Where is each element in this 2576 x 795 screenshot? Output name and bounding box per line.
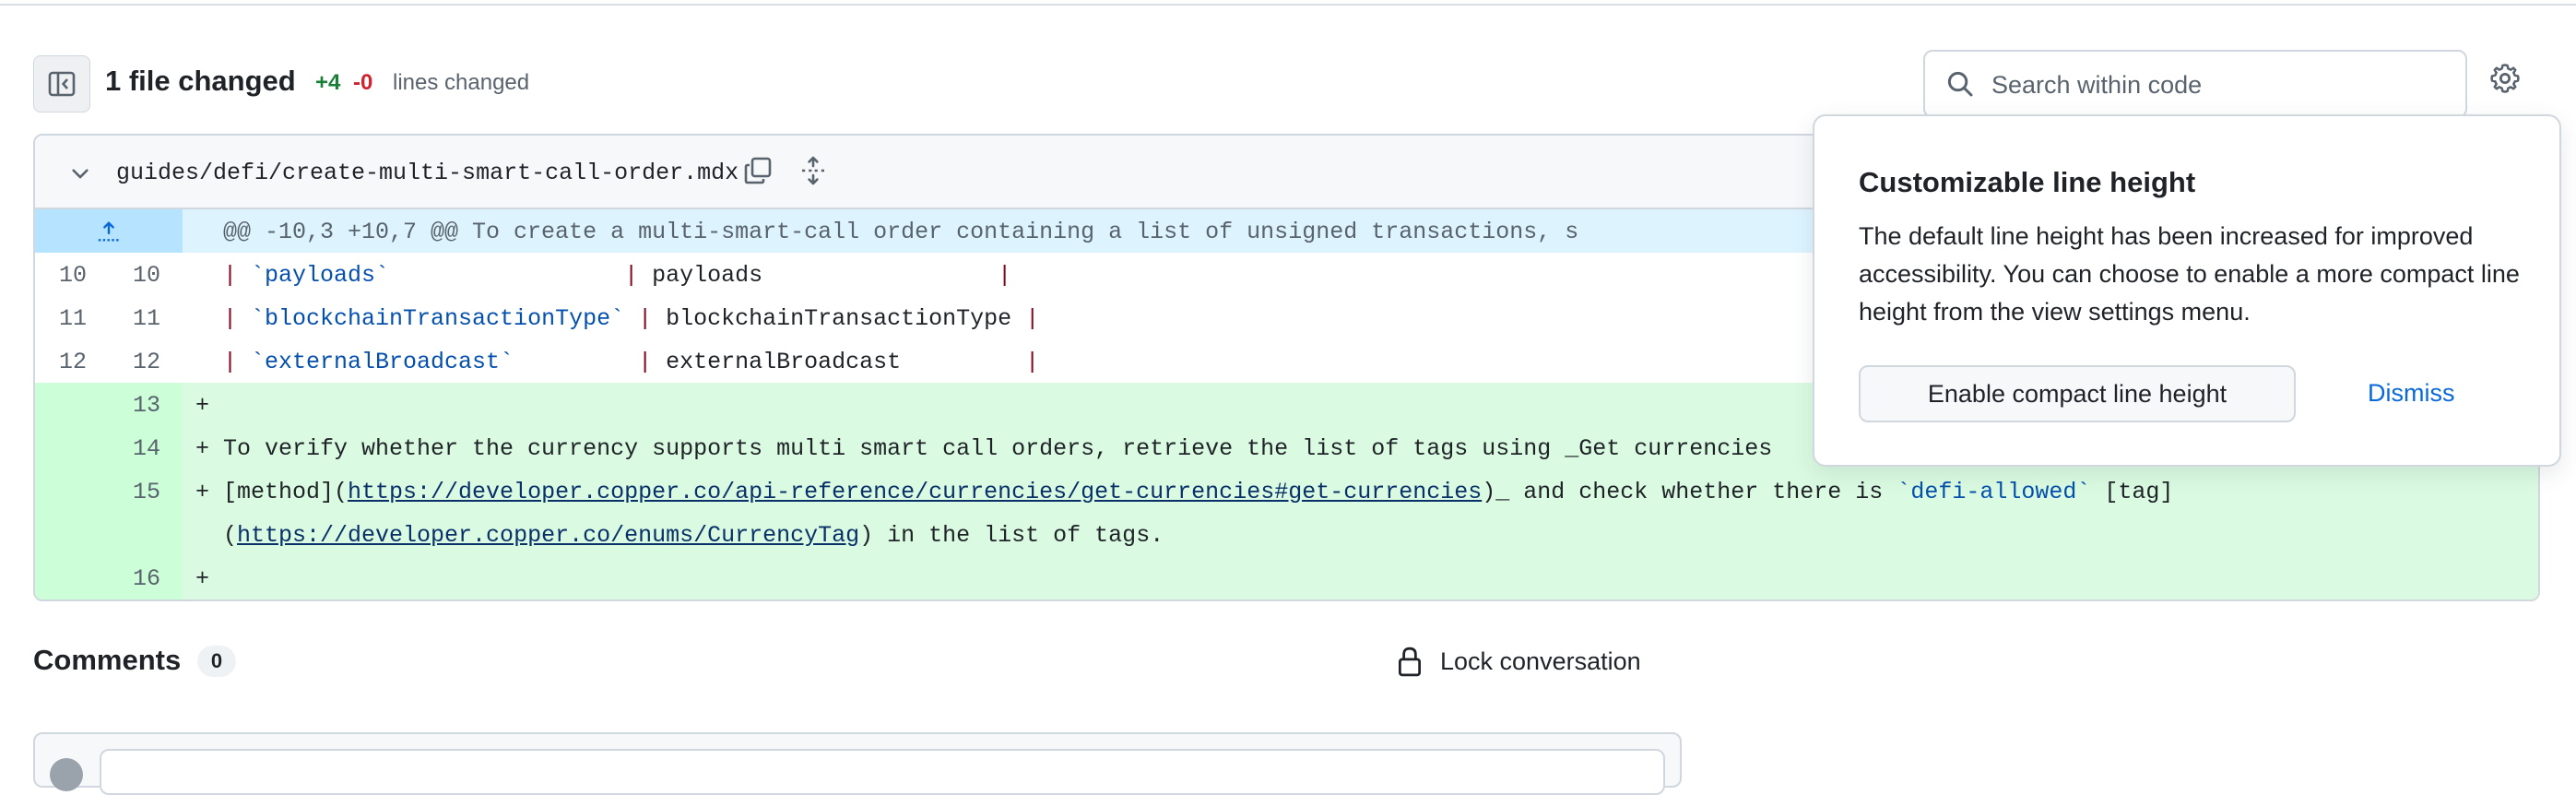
code-token-sep: | — [624, 262, 653, 289]
new-line-number[interactable]: 15 — [109, 479, 160, 505]
code-token-value: externalBroadcast — [666, 349, 902, 375]
additions-count: +4 — [315, 70, 341, 95]
old-line-number[interactable]: 10 — [35, 262, 87, 289]
search-icon — [1947, 71, 1973, 97]
gear-icon[interactable] — [2489, 63, 2521, 94]
code-token-pipe: | — [223, 349, 252, 375]
comment-input[interactable] — [100, 749, 1665, 795]
code-line-wrapped: (https://developer.copper.co/enums/Curre… — [223, 522, 1164, 549]
code-token-text: ( — [223, 522, 238, 549]
diff-added-row: 16 + — [35, 556, 2538, 599]
code-token-tail: | — [762, 262, 1012, 289]
old-line-number[interactable]: 11 — [35, 305, 87, 332]
code-token-pad — [624, 305, 638, 332]
copy-icon[interactable] — [743, 156, 773, 185]
file-path[interactable]: guides/defi/create-multi-smart-call-orde… — [116, 160, 739, 186]
code-token-pad — [389, 262, 624, 289]
code-search-input[interactable] — [1990, 65, 2454, 105]
old-line-number[interactable]: 12 — [35, 349, 87, 375]
code-token-pipe: | — [223, 305, 252, 332]
dismiss-button[interactable]: Dismiss — [2368, 379, 2455, 408]
code-line: To verify whether the currency supports … — [223, 435, 1773, 462]
comments-count-badge: 0 — [197, 646, 236, 677]
code-token-text: )_ and check whether there is — [1482, 479, 1897, 505]
code-line: | `externalBroadcast` | externalBroadcas… — [223, 349, 1039, 375]
avatar — [50, 758, 83, 791]
code-token-sep: | — [638, 349, 667, 375]
new-line-number[interactable]: 16 — [109, 565, 160, 592]
lines-changed-label: lines changed — [393, 70, 530, 95]
addition-marker: + — [195, 479, 210, 505]
addition-marker: + — [195, 565, 210, 592]
diff-added-row: 15 + [method](https://developer.copper.c… — [35, 469, 2538, 556]
code-token-field: `blockchainTransactionType` — [251, 305, 625, 332]
new-line-number[interactable]: 12 — [109, 349, 160, 375]
new-line-number[interactable]: 13 — [109, 392, 160, 419]
code-line: | `payloads` | payloads | — [223, 262, 1011, 289]
hunk-expand-button[interactable] — [35, 209, 183, 253]
popover-title: Customizable line height — [1859, 166, 2196, 198]
code-token-inline-code: `defi-allowed` — [1897, 479, 2091, 505]
code-token-pipe: | — [223, 262, 252, 289]
unfold-icon[interactable] — [798, 156, 828, 185]
deletions-count: -0 — [353, 70, 373, 95]
code-line: [method](https://developer.copper.co/api… — [223, 479, 2173, 505]
addition-marker: + — [195, 435, 210, 462]
code-link[interactable]: https://developer.copper.co/enums/Curren… — [237, 522, 859, 549]
code-token-tail: | — [901, 349, 1040, 375]
code-token-value: payloads — [652, 262, 763, 289]
code-token-text: ) in the list of tags. — [859, 522, 1164, 549]
code-token-pad — [514, 349, 638, 375]
files-changed-title: 1 file changed — [105, 65, 296, 97]
code-token-tail: | — [1011, 305, 1040, 332]
addition-marker: + — [195, 392, 210, 419]
enable-compact-line-height-button[interactable]: Enable compact line height — [1859, 365, 2296, 422]
hunk-header-text: @@ -10,3 +10,7 @@ To create a multi-smar… — [223, 219, 1579, 245]
code-token-sep: | — [638, 305, 667, 332]
new-line-number[interactable]: 11 — [109, 305, 160, 332]
sidebar-collapse-icon — [48, 71, 76, 97]
code-line: | `blockchainTransactionType` | blockcha… — [223, 305, 1039, 332]
chevron-down-icon[interactable] — [68, 161, 92, 185]
code-link[interactable]: https://developer.copper.co/api-referenc… — [348, 479, 1482, 505]
popover-body: The default line height has been increas… — [1859, 222, 2520, 326]
line-height-popover: Customizable line height The default lin… — [1813, 114, 2561, 467]
comments-heading: Comments — [33, 644, 182, 676]
new-line-number[interactable]: 10 — [109, 262, 160, 289]
code-search-box — [1923, 50, 2467, 118]
lock-icon[interactable] — [1396, 646, 1424, 677]
code-token-text: [tag] — [2090, 479, 2174, 505]
top-divider — [0, 0, 2576, 6]
lock-conversation-button[interactable]: Lock conversation — [1440, 647, 1641, 676]
code-token-text: [method]( — [223, 479, 349, 505]
code-token-value: blockchainTransactionType — [666, 305, 1012, 332]
file-tree-toggle-button[interactable] — [33, 55, 90, 113]
new-line-number[interactable]: 14 — [109, 435, 160, 462]
expand-up-icon — [98, 221, 120, 241]
code-token-field: `externalBroadcast` — [251, 349, 514, 375]
code-token-field: `payloads` — [251, 262, 390, 289]
